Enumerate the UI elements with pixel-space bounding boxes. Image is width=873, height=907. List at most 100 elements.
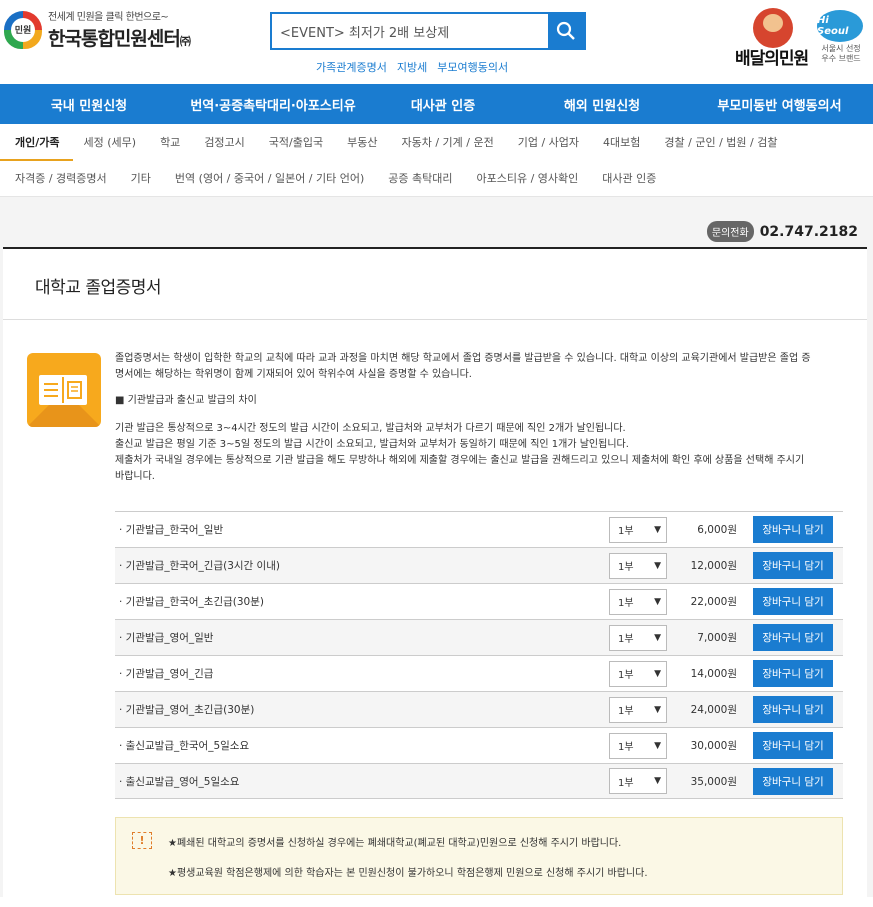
chevron-down-icon: ▼ bbox=[654, 704, 661, 715]
add-to-cart-button[interactable]: 장바구니 담기 bbox=[753, 588, 833, 615]
quick-link[interactable]: 부모여행동의서 bbox=[437, 59, 508, 75]
sub-nav-item[interactable]: 자격증 / 경력증명서 bbox=[15, 170, 107, 186]
description-line: 기관 발급은 통상적으로 3~4시간 정도의 발급 시간이 소요되고, 발급처와… bbox=[115, 423, 626, 434]
add-to-cart-button[interactable]: 장바구니 담기 bbox=[753, 552, 833, 579]
description-line: 출신교 발급은 평일 기준 3~5일 정도의 발급 시간이 소요되고, 발급처와… bbox=[115, 439, 629, 450]
search-box bbox=[270, 12, 586, 50]
sub-nav-item[interactable]: 아포스티유 / 영사확인 bbox=[477, 170, 579, 186]
quantity-select[interactable]: 1부 ▼ bbox=[609, 624, 667, 651]
add-to-cart-button[interactable]: 장바구니 담기 bbox=[753, 767, 833, 795]
quantity-select[interactable]: 1부 ▼ bbox=[609, 588, 667, 615]
product-row: · 기관발급_한국어_긴급(3시간 이내) 1부 ▼ 12,000원 장바구니 담기 bbox=[115, 547, 843, 583]
product-name: · 기관발급_영어_초긴급(30분) bbox=[119, 704, 255, 716]
product-list: · 기관발급_한국어_일반 1부 ▼ 6,000원 장바구니 담기 · 기관발급_한국어_… bbox=[115, 511, 843, 799]
add-to-cart-button[interactable]: 장바구니 담기 bbox=[753, 696, 833, 723]
chevron-down-icon: ▼ bbox=[654, 560, 661, 571]
quantity-value: 1부 bbox=[618, 562, 634, 573]
sub-nav-item[interactable]: 번역 (영어 / 중국어 / 일본어 / 기타 언어) bbox=[175, 170, 364, 186]
brand-banner[interactable]: 배달의민원 Hi Seoul 서울시 선정 우수 브랜드 bbox=[735, 8, 870, 73]
product-name: · 기관발급_한국어_초긴급(30분) bbox=[119, 596, 264, 608]
product-name: · 출신교발급_한국어_5일소요 bbox=[119, 740, 250, 752]
logo-badge: 민원 bbox=[11, 17, 35, 42]
quick-link[interactable]: 가족관계증명서 bbox=[316, 59, 387, 75]
notice-line: ★평생교육원 학점은행제에 의한 학습자는 본 민원신청이 불가하오니 학점은행… bbox=[168, 868, 648, 879]
description: 졸업증명서는 학생이 입학한 학교의 교칙에 따라 교과 과정을 마치면 해당 … bbox=[115, 351, 815, 485]
logo-tagline: 전세계 민원을 클릭 한번으로~ bbox=[48, 12, 169, 23]
sub-nav-item[interactable]: 공증 촉탁대리 bbox=[388, 170, 452, 186]
quantity-value: 1부 bbox=[618, 670, 634, 681]
sub-nav-item[interactable]: 기업 / 사업자 bbox=[518, 134, 579, 150]
document-icon bbox=[27, 353, 101, 427]
sub-nav-item[interactable]: 세정 (세무) bbox=[84, 134, 137, 150]
search-icon bbox=[556, 21, 575, 40]
sub-nav-item[interactable]: 대사관 인증 bbox=[602, 170, 656, 186]
site-logo[interactable]: 민원 전세계 민원을 클릭 한번으로~ 한국통합민원센터㈜ bbox=[4, 8, 191, 51]
add-to-cart-button[interactable]: 장바구니 담기 bbox=[753, 516, 833, 543]
phone-badge: 문의전화 bbox=[706, 221, 754, 242]
product-name: · 기관발급_영어_긴급 bbox=[119, 668, 214, 680]
hiseoul-logo: Hi Seoul bbox=[817, 10, 863, 42]
phone-number: 02.747.2182 bbox=[759, 223, 858, 240]
search-button[interactable] bbox=[548, 14, 584, 48]
add-to-cart-button[interactable]: 장바구니 담기 bbox=[753, 732, 833, 759]
quick-link[interactable]: 지방세 bbox=[397, 59, 427, 75]
chevron-down-icon: ▼ bbox=[654, 632, 661, 643]
add-to-cart-button[interactable]: 장바구니 담기 bbox=[753, 624, 833, 651]
product-panel: 대학교 졸업증명서 졸업증명서는 학생이 입학한 학교의 교칙에 따라 교과 과… bbox=[3, 247, 867, 907]
sub-nav-item[interactable]: 자동차 / 기계 / 운전 bbox=[401, 134, 493, 150]
quick-links: 가족관계증명서 지방세 부모여행동의서 bbox=[316, 59, 508, 75]
quantity-select[interactable]: 1부 ▼ bbox=[609, 552, 667, 579]
section-subhead: ■ 기관발급과 출신교 발급의 차이 bbox=[115, 395, 257, 406]
product-row: · 기관발급_영어_초긴급(30분) 1부 ▼ 24,000원 장바구니 담기 bbox=[115, 691, 843, 727]
product-row: · 기관발급_영어_긴급 1부 ▼ 14,000원 장바구니 담기 bbox=[115, 655, 843, 691]
add-to-cart-button[interactable]: 장바구니 담기 bbox=[753, 660, 833, 687]
description-line: 제출처가 국내일 경우에는 통상적으로 기관 발급을 해도 무방하나 해외에 제… bbox=[115, 455, 805, 482]
quantity-select[interactable]: 1부 ▼ bbox=[609, 732, 667, 759]
product-price: 12,000원 bbox=[690, 560, 737, 572]
quantity-select[interactable]: 1부 ▼ bbox=[609, 768, 667, 794]
product-price: 35,000원 bbox=[690, 775, 737, 788]
main-nav-item[interactable]: 번역·공증촉탁대리·아포스티유 bbox=[178, 95, 368, 114]
sub-nav-item[interactable]: 부동산 bbox=[347, 134, 377, 150]
site-header: 민원 전세계 민원을 클릭 한번으로~ 한국통합민원센터㈜ 가족관계증명서 지방… bbox=[0, 0, 873, 84]
product-price: 7,000원 bbox=[697, 632, 737, 644]
sub-nav-item[interactable]: 경찰 / 군인 / 법원 / 검찰 bbox=[664, 134, 777, 150]
product-price: 6,000원 bbox=[697, 524, 737, 536]
sub-nav-item[interactable]: 학교 bbox=[160, 134, 180, 150]
quantity-select[interactable]: 1부 ▼ bbox=[609, 696, 667, 723]
page-title: 대학교 졸업증명서 bbox=[3, 249, 867, 320]
quantity-value: 1부 bbox=[618, 598, 634, 609]
hero-mascot-icon bbox=[753, 8, 793, 48]
product-price: 22,000원 bbox=[690, 596, 737, 608]
main-nav-item[interactable]: 대사관 인증 bbox=[368, 95, 518, 114]
product-name: · 출신교발급_영어_5일소요 bbox=[119, 775, 240, 788]
sub-nav-item[interactable]: 기타 bbox=[131, 170, 151, 186]
logo-title: 한국통합민원센터㈜ bbox=[48, 28, 191, 50]
notice-box: ! ★폐쇄된 대학교의 증명서를 신청하실 경우에는 폐쇄대학교(폐교된 대학교… bbox=[115, 817, 843, 895]
product-name: · 기관발급_영어_일반 bbox=[119, 632, 214, 644]
search-input[interactable] bbox=[272, 14, 548, 48]
product-name: · 기관발급_한국어_일반 bbox=[119, 524, 224, 536]
logo-mark-icon: 민원 bbox=[4, 10, 42, 49]
main-nav: 국내 민원신청 번역·공증촉탁대리·아포스티유 대사관 인증 해외 민원신청 부… bbox=[0, 84, 873, 124]
product-price: 14,000원 bbox=[690, 668, 737, 680]
chevron-down-icon: ▼ bbox=[654, 668, 661, 679]
chevron-down-icon: ▼ bbox=[654, 596, 661, 607]
contact-phone: 문의전화 02.747.2182 bbox=[706, 221, 858, 242]
quantity-select[interactable]: 1부 ▼ bbox=[609, 660, 667, 687]
main-nav-item[interactable]: 국내 민원신청 bbox=[0, 95, 178, 114]
sub-nav-item[interactable]: 국적/출입국 bbox=[269, 134, 323, 150]
quantity-select[interactable]: 1부 ▼ bbox=[609, 516, 667, 543]
sub-nav-item[interactable]: 4대보험 bbox=[603, 134, 640, 150]
quantity-value: 1부 bbox=[618, 634, 634, 645]
brand-text: 배달의민원 bbox=[735, 49, 809, 69]
sub-nav: 개인/가족 세정 (세무) 학교 검정고시 국적/출입국 부동산 자동차 / 기… bbox=[0, 124, 873, 197]
product-name: · 기관발급_한국어_긴급(3시간 이내) bbox=[119, 560, 280, 572]
quantity-value: 1부 bbox=[618, 706, 634, 717]
main-nav-item[interactable]: 부모미동반 여행동의서 bbox=[686, 95, 873, 114]
sub-nav-item[interactable]: 검정고시 bbox=[204, 134, 244, 150]
main-nav-item[interactable]: 해외 민원신청 bbox=[518, 95, 686, 114]
hiseoul-caption: 서울시 선정 우수 브랜드 bbox=[821, 44, 861, 63]
sub-nav-item-active[interactable]: 개인/가족 bbox=[0, 134, 72, 161]
product-price: 24,000원 bbox=[690, 704, 737, 716]
